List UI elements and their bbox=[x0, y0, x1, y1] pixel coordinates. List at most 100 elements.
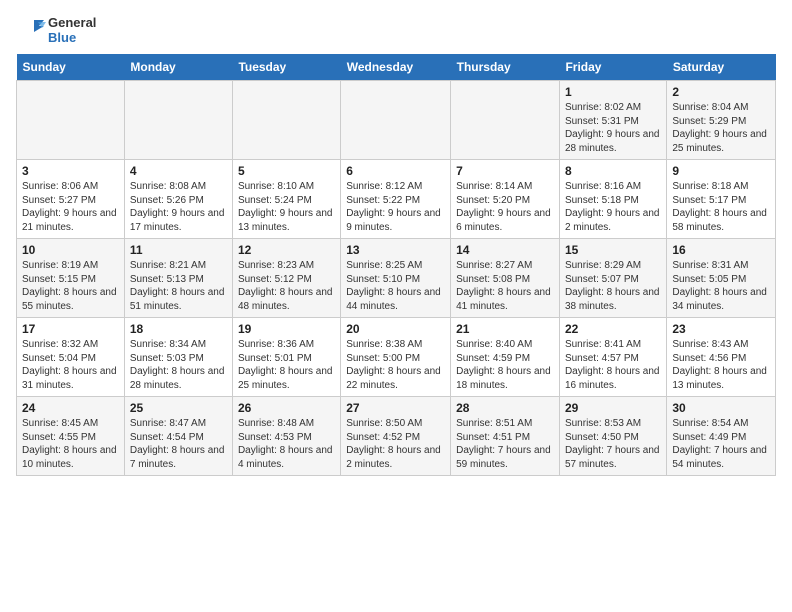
day-number: 25 bbox=[130, 401, 227, 415]
calendar-week-row: 1 Sunrise: 8:02 AMSunset: 5:31 PMDaylight… bbox=[17, 81, 776, 160]
day-number: 28 bbox=[456, 401, 554, 415]
calendar-cell: 23 Sunrise: 8:43 AMSunset: 4:56 PMDayligh… bbox=[667, 318, 776, 397]
col-header-thursday: Thursday bbox=[451, 54, 560, 81]
calendar-cell: 3 Sunrise: 8:06 AMSunset: 5:27 PMDaylight… bbox=[17, 160, 125, 239]
day-info: Sunrise: 8:29 AMSunset: 5:07 PMDaylight:… bbox=[565, 259, 661, 313]
calendar-cell: 18 Sunrise: 8:34 AMSunset: 5:03 PMDayligh… bbox=[124, 318, 232, 397]
calendar-cell: 14 Sunrise: 8:27 AMSunset: 5:08 PMDayligh… bbox=[451, 239, 560, 318]
day-info: Sunrise: 8:36 AMSunset: 5:01 PMDaylight:… bbox=[238, 338, 335, 392]
calendar-cell: 22 Sunrise: 8:41 AMSunset: 4:57 PMDayligh… bbox=[559, 318, 666, 397]
calendar-cell: 17 Sunrise: 8:32 AMSunset: 5:04 PMDayligh… bbox=[17, 318, 125, 397]
day-info: Sunrise: 8:27 AMSunset: 5:08 PMDaylight:… bbox=[456, 259, 554, 313]
day-number: 9 bbox=[672, 164, 770, 178]
page-header: General Blue bbox=[16, 16, 776, 46]
col-header-wednesday: Wednesday bbox=[341, 54, 451, 81]
calendar-cell bbox=[451, 81, 560, 160]
day-number: 21 bbox=[456, 322, 554, 336]
calendar-cell: 16Sunrise: 8:31 AMSunset: 5:05 PMDayligh… bbox=[667, 239, 776, 318]
calendar-cell: 20 Sunrise: 8:38 AMSunset: 5:00 PMDayligh… bbox=[341, 318, 451, 397]
day-number: 5 bbox=[238, 164, 335, 178]
day-number: 26 bbox=[238, 401, 335, 415]
logo: General Blue bbox=[16, 16, 96, 46]
day-info: Sunrise: 8:53 AMSunset: 4:50 PMDaylight:… bbox=[565, 417, 661, 471]
day-number: 8 bbox=[565, 164, 661, 178]
calendar-cell: 24 Sunrise: 8:45 AMSunset: 4:55 PMDayligh… bbox=[17, 397, 125, 476]
day-info: Sunrise: 8:06 AMSunset: 5:27 PMDaylight:… bbox=[22, 180, 119, 234]
day-info: Sunrise: 8:34 AMSunset: 5:03 PMDaylight:… bbox=[130, 338, 227, 392]
col-header-saturday: Saturday bbox=[667, 54, 776, 81]
day-info: Sunrise: 8:04 AMSunset: 5:29 PMDaylight:… bbox=[672, 101, 770, 155]
day-info: Sunrise: 8:19 AMSunset: 5:15 PMDaylight:… bbox=[22, 259, 119, 313]
day-number: 24 bbox=[22, 401, 119, 415]
calendar-cell: 8 Sunrise: 8:16 AMSunset: 5:18 PMDaylight… bbox=[559, 160, 666, 239]
day-number: 14 bbox=[456, 243, 554, 257]
day-info: Sunrise: 8:38 AMSunset: 5:00 PMDaylight:… bbox=[346, 338, 445, 392]
calendar-cell: 9Sunrise: 8:18 AMSunset: 5:17 PMDaylight… bbox=[667, 160, 776, 239]
calendar-cell: 5 Sunrise: 8:10 AMSunset: 5:24 PMDaylight… bbox=[232, 160, 340, 239]
calendar-cell: 4Sunrise: 8:08 AMSunset: 5:26 PMDaylight… bbox=[124, 160, 232, 239]
day-info: Sunrise: 8:31 AMSunset: 5:05 PMDaylight:… bbox=[672, 259, 770, 313]
col-header-sunday: Sunday bbox=[17, 54, 125, 81]
day-number: 19 bbox=[238, 322, 335, 336]
day-number: 20 bbox=[346, 322, 445, 336]
day-number: 6 bbox=[346, 164, 445, 178]
day-info: Sunrise: 8:32 AMSunset: 5:04 PMDaylight:… bbox=[22, 338, 119, 392]
day-info: Sunrise: 8:41 AMSunset: 4:57 PMDaylight:… bbox=[565, 338, 661, 392]
day-info: Sunrise: 8:21 AMSunset: 5:13 PMDaylight:… bbox=[130, 259, 227, 313]
day-number: 13 bbox=[346, 243, 445, 257]
day-info: Sunrise: 8:40 AMSunset: 4:59 PMDaylight:… bbox=[456, 338, 554, 392]
day-number: 22 bbox=[565, 322, 661, 336]
day-number: 17 bbox=[22, 322, 119, 336]
day-info: Sunrise: 8:50 AMSunset: 4:52 PMDaylight:… bbox=[346, 417, 445, 471]
logo-general: General bbox=[48, 16, 96, 31]
calendar-cell: 11 Sunrise: 8:21 AMSunset: 5:13 PMDayligh… bbox=[124, 239, 232, 318]
day-number: 29 bbox=[565, 401, 661, 415]
col-header-friday: Friday bbox=[559, 54, 666, 81]
calendar-cell: 28 Sunrise: 8:51 AMSunset: 4:51 PMDayligh… bbox=[451, 397, 560, 476]
day-info: Sunrise: 8:16 AMSunset: 5:18 PMDaylight:… bbox=[565, 180, 661, 234]
calendar-cell: 2 Sunrise: 8:04 AMSunset: 5:29 PMDaylight… bbox=[667, 81, 776, 160]
calendar-cell: 15 Sunrise: 8:29 AMSunset: 5:07 PMDayligh… bbox=[559, 239, 666, 318]
day-number: 1 bbox=[565, 85, 661, 99]
calendar-week-row: 3 Sunrise: 8:06 AMSunset: 5:27 PMDaylight… bbox=[17, 160, 776, 239]
calendar-cell: 27Sunrise: 8:50 AMSunset: 4:52 PMDayligh… bbox=[341, 397, 451, 476]
day-number: 11 bbox=[130, 243, 227, 257]
day-info: Sunrise: 8:23 AMSunset: 5:12 PMDaylight:… bbox=[238, 259, 335, 313]
logo-blue: Blue bbox=[48, 31, 96, 46]
day-info: Sunrise: 8:48 AMSunset: 4:53 PMDaylight:… bbox=[238, 417, 335, 471]
calendar-cell: 26 Sunrise: 8:48 AMSunset: 4:53 PMDayligh… bbox=[232, 397, 340, 476]
calendar-header-row: SundayMondayTuesdayWednesdayThursdayFrid… bbox=[17, 54, 776, 81]
day-number: 10 bbox=[22, 243, 119, 257]
calendar-week-row: 17 Sunrise: 8:32 AMSunset: 5:04 PMDayligh… bbox=[17, 318, 776, 397]
day-info: Sunrise: 8:12 AMSunset: 5:22 PMDaylight:… bbox=[346, 180, 445, 234]
day-number: 2 bbox=[672, 85, 770, 99]
calendar-week-row: 10 Sunrise: 8:19 AMSunset: 5:15 PMDayligh… bbox=[17, 239, 776, 318]
calendar-cell: 12Sunrise: 8:23 AMSunset: 5:12 PMDayligh… bbox=[232, 239, 340, 318]
calendar-cell: 29 Sunrise: 8:53 AMSunset: 4:50 PMDayligh… bbox=[559, 397, 666, 476]
calendar-cell: 6 Sunrise: 8:12 AMSunset: 5:22 PMDaylight… bbox=[341, 160, 451, 239]
day-number: 15 bbox=[565, 243, 661, 257]
calendar-cell: 21 Sunrise: 8:40 AMSunset: 4:59 PMDayligh… bbox=[451, 318, 560, 397]
day-info: Sunrise: 8:10 AMSunset: 5:24 PMDaylight:… bbox=[238, 180, 335, 234]
day-number: 23 bbox=[672, 322, 770, 336]
calendar-cell: 10 Sunrise: 8:19 AMSunset: 5:15 PMDayligh… bbox=[17, 239, 125, 318]
calendar-week-row: 24 Sunrise: 8:45 AMSunset: 4:55 PMDayligh… bbox=[17, 397, 776, 476]
calendar-cell: 19 Sunrise: 8:36 AMSunset: 5:01 PMDayligh… bbox=[232, 318, 340, 397]
day-number: 18 bbox=[130, 322, 227, 336]
logo-bird-icon bbox=[16, 16, 46, 46]
calendar-table: SundayMondayTuesdayWednesdayThursdayFrid… bbox=[16, 54, 776, 476]
day-number: 30 bbox=[672, 401, 770, 415]
day-info: Sunrise: 8:02 AMSunset: 5:31 PMDaylight:… bbox=[565, 101, 661, 155]
calendar-cell bbox=[232, 81, 340, 160]
calendar-cell: 13Sunrise: 8:25 AMSunset: 5:10 PMDayligh… bbox=[341, 239, 451, 318]
day-info: Sunrise: 8:08 AMSunset: 5:26 PMDaylight:… bbox=[130, 180, 227, 234]
calendar-cell: 7Sunrise: 8:14 AMSunset: 5:20 PMDaylight… bbox=[451, 160, 560, 239]
day-info: Sunrise: 8:47 AMSunset: 4:54 PMDaylight:… bbox=[130, 417, 227, 471]
calendar-cell bbox=[124, 81, 232, 160]
day-info: Sunrise: 8:45 AMSunset: 4:55 PMDaylight:… bbox=[22, 417, 119, 471]
day-number: 3 bbox=[22, 164, 119, 178]
calendar-cell: 1 Sunrise: 8:02 AMSunset: 5:31 PMDaylight… bbox=[559, 81, 666, 160]
day-info: Sunrise: 8:43 AMSunset: 4:56 PMDaylight:… bbox=[672, 338, 770, 392]
logo-svg: General Blue bbox=[16, 16, 96, 46]
day-info: Sunrise: 8:51 AMSunset: 4:51 PMDaylight:… bbox=[456, 417, 554, 471]
